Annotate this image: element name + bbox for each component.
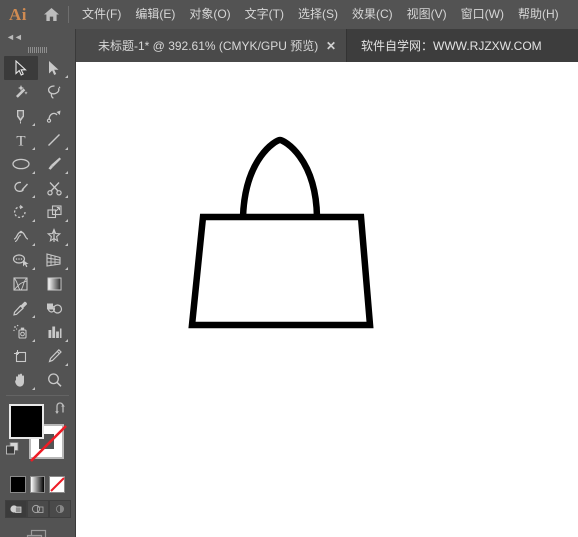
draw-inside-mode-button[interactable] — [48, 500, 71, 518]
tool-corner-indicator — [65, 267, 68, 270]
tool-corner-indicator — [31, 219, 35, 222]
menu-file[interactable]: 文件(F) — [75, 0, 128, 29]
menu-effect[interactable]: 效果(C) — [345, 0, 400, 29]
tool-corner-indicator — [65, 147, 68, 150]
screen-mode-button[interactable] — [0, 528, 75, 537]
gradient-swatch-button[interactable] — [29, 476, 46, 493]
draw-behind-mode-button[interactable] — [26, 500, 49, 518]
tool-corner-indicator — [65, 363, 68, 366]
tool-grid: T — [0, 56, 75, 392]
type-tool[interactable]: T — [4, 128, 38, 152]
perspective-grid-tool[interactable] — [38, 248, 72, 272]
ai-logo: Ai — [9, 4, 27, 24]
selection-tool[interactable] — [4, 56, 38, 80]
tool-corner-indicator — [31, 195, 35, 198]
tab-bar: 未标题-1* @ 392.61% (CMYK/GPU 预览) ✕ 软件自学网：W… — [0, 29, 578, 62]
slice-tool[interactable] — [38, 344, 72, 368]
free-transform-tool[interactable] — [38, 224, 72, 248]
panel-drag-handle[interactable] — [0, 44, 75, 56]
close-icon[interactable]: ✕ — [326, 40, 336, 52]
zoom-tool[interactable] — [38, 368, 72, 392]
hand-tool[interactable] — [4, 368, 38, 392]
tool-panel-divider — [6, 395, 69, 396]
tool-corner-indicator — [65, 195, 68, 198]
tool-corner-indicator — [31, 315, 35, 318]
tool-corner-indicator — [65, 75, 68, 78]
menu-divider — [68, 6, 69, 23]
rotate-tool[interactable] — [4, 200, 38, 224]
shape-builder-tool[interactable] — [4, 248, 38, 272]
tool-corner-indicator — [31, 123, 35, 126]
artboard-tool[interactable] — [4, 344, 38, 368]
line-segment-tool[interactable] — [38, 128, 72, 152]
scissors-tool[interactable] — [38, 176, 72, 200]
illustrator-window: Ai 文件(F) 编辑(E) 对象(O) 文字(T) 选择(S) 效果(C) 视… — [0, 0, 578, 537]
svg-text:T: T — [16, 134, 25, 149]
tool-corner-indicator — [31, 339, 35, 342]
panel-collapse-button[interactable]: ◄◄ — [0, 29, 75, 44]
handbag-body — [188, 213, 374, 329]
tool-corner-indicator — [31, 171, 35, 174]
symbol-sprayer-tool[interactable] — [4, 320, 38, 344]
pen-tool[interactable] — [4, 104, 38, 128]
menu-type[interactable]: 文字(T) — [238, 0, 291, 29]
menu-help[interactable]: 帮助(H) — [511, 0, 566, 29]
menu-bar: Ai 文件(F) 编辑(E) 对象(O) 文字(T) 选择(S) 效果(C) 视… — [0, 0, 578, 29]
tool-corner-indicator — [31, 243, 35, 246]
width-tool[interactable] — [4, 224, 38, 248]
handbag-handle — [239, 136, 321, 218]
tool-corner-indicator — [65, 243, 68, 246]
paintbrush-tool[interactable] — [38, 152, 72, 176]
blend-tool[interactable] — [38, 296, 72, 320]
menu-items: 文件(F) 编辑(E) 对象(O) 文字(T) 选择(S) 效果(C) 视图(V… — [75, 0, 566, 29]
ellipse-tool[interactable] — [4, 152, 38, 176]
eyedropper-tool[interactable] — [4, 296, 38, 320]
scale-tool[interactable] — [38, 200, 72, 224]
tool-corner-indicator — [65, 339, 68, 342]
tools-panel: ◄◄ T — [0, 29, 76, 537]
shaper-tool[interactable] — [4, 176, 38, 200]
tool-corner-indicator — [31, 267, 35, 270]
gradient-tool[interactable] — [38, 272, 72, 296]
menu-window[interactable]: 窗口(W) — [454, 0, 511, 29]
default-fill-stroke-icon[interactable] — [6, 442, 19, 455]
mesh-tool[interactable] — [4, 272, 38, 296]
watermark-text: 软件自学网：WWW.RJZXW.COM — [361, 39, 542, 53]
lasso-tool[interactable] — [38, 80, 72, 104]
menu-object[interactable]: 对象(O) — [182, 0, 237, 29]
fill-swatch[interactable] — [9, 404, 44, 439]
none-swatch-button[interactable] — [49, 476, 66, 493]
tool-corner-indicator — [31, 387, 35, 390]
mini-swatches — [0, 472, 75, 493]
home-icon[interactable] — [36, 7, 66, 22]
magic-wand-tool[interactable] — [4, 80, 38, 104]
menu-edit[interactable]: 编辑(E) — [128, 0, 182, 29]
handbag-drawing[interactable] — [76, 62, 578, 537]
canvas-area[interactable] — [76, 62, 578, 537]
document-tab[interactable]: 未标题-1* @ 392.61% (CMYK/GPU 预览) ✕ — [76, 29, 347, 62]
tool-corner-indicator — [65, 171, 68, 174]
fill-stroke-area — [0, 400, 75, 472]
curvature-tool[interactable] — [38, 104, 72, 128]
column-graph-tool[interactable] — [38, 320, 72, 344]
menu-select[interactable]: 选择(S) — [291, 0, 345, 29]
menu-view[interactable]: 视图(V) — [400, 0, 454, 29]
swap-fill-stroke-icon[interactable] — [54, 402, 68, 416]
document-tab-title: 未标题-1* @ 392.61% (CMYK/GPU 预览) — [98, 39, 319, 53]
draw-normal-mode-button[interactable] — [4, 500, 27, 518]
tool-corner-indicator — [65, 219, 68, 222]
tool-corner-indicator — [31, 147, 35, 150]
draw-modes — [0, 500, 75, 518]
color-swatch-button[interactable] — [10, 476, 26, 493]
direct-selection-tool[interactable] — [38, 56, 72, 80]
